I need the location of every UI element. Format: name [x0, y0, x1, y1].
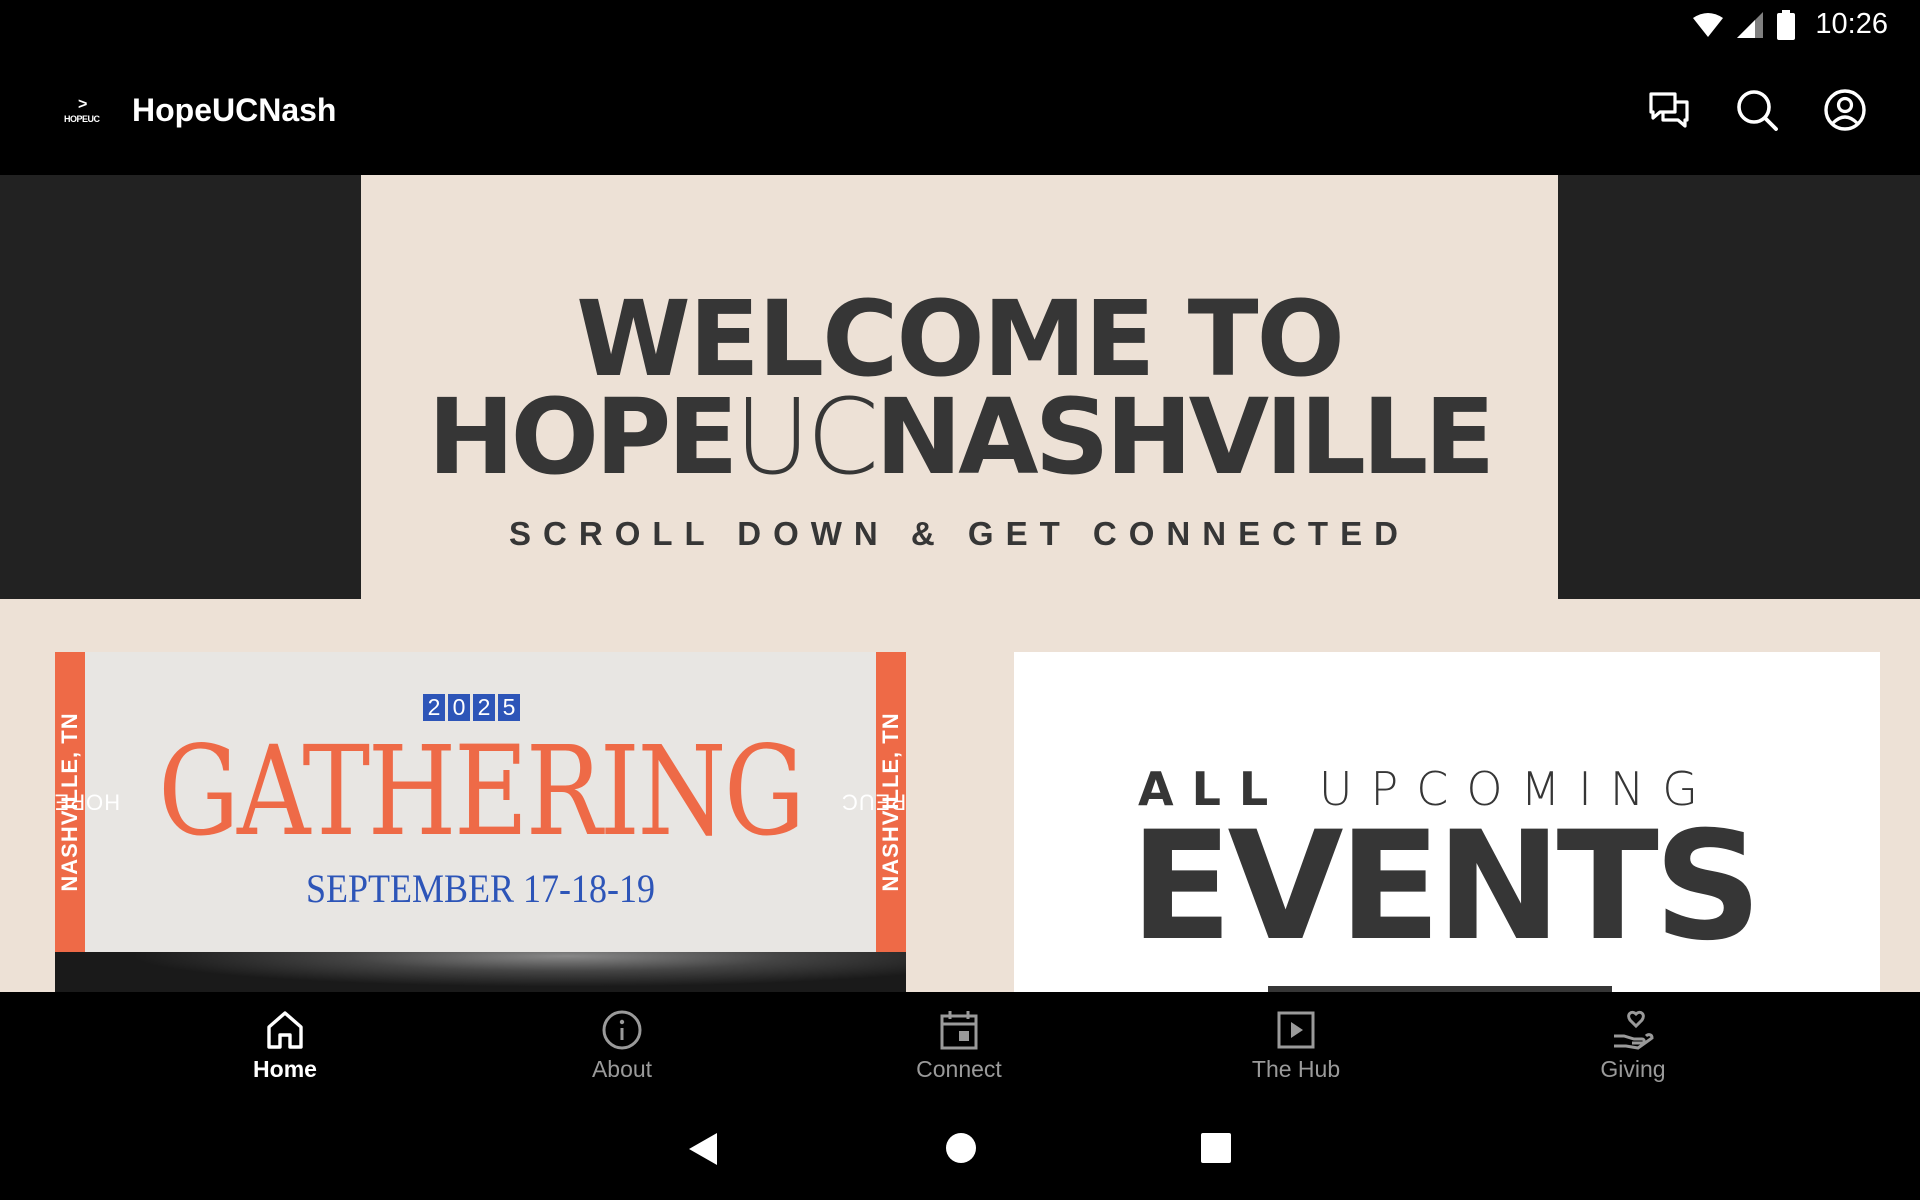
- hero-title-line2: HOPEUCNASHVILLE: [361, 385, 1558, 489]
- clouds-photo: [55, 952, 906, 992]
- back-button[interactable]: [687, 1132, 719, 1171]
- bottom-nav: Home About Connect The Hub Giving: [0, 992, 1920, 1104]
- status-bar: 10:26: [0, 0, 1920, 49]
- side-label-right: HOPEUC NASHVILLE, TN: [841, 652, 906, 952]
- chat-bubbles-icon: [1649, 92, 1689, 128]
- giving-hand-icon: [1614, 1010, 1654, 1050]
- welcome-banner[interactable]: WELCOME TO HOPEUCNASHVILLE SCROLL DOWN &…: [361, 175, 1558, 599]
- hero-nashville: NASHVILLE: [875, 376, 1495, 498]
- home-icon: [267, 1011, 303, 1049]
- recents-square-icon: [1201, 1133, 1231, 1163]
- year-badge: 2025: [423, 694, 520, 721]
- search-icon: [1737, 90, 1778, 131]
- home-circle-icon: [946, 1133, 976, 1163]
- back-triangle-icon: [689, 1133, 717, 1165]
- home-content: WELCOME TO HOPEUCNASHVILLE SCROLL DOWN &…: [0, 175, 1920, 992]
- search-button[interactable]: [1736, 89, 1778, 131]
- app-title: HopeUCNash: [132, 92, 337, 128]
- upcoming-events-card[interactable]: ALL UPCOMING EVENTS: [1014, 652, 1880, 992]
- nav-giving[interactable]: Giving: [1533, 1010, 1733, 1083]
- gathering-card[interactable]: HOPEUC NASHVILLE, TN HOPEUC NASHVILLE, T…: [55, 652, 906, 992]
- events-title: EVENTS: [1130, 800, 1762, 974]
- play-icon: [1277, 1011, 1315, 1049]
- gathering-title: GATHERING: [158, 720, 805, 864]
- nav-the-hub[interactable]: The Hub: [1196, 1010, 1396, 1083]
- hero-subtitle: SCROLL DOWN & GET CONNECTED: [509, 515, 1410, 552]
- app-actions: [1648, 89, 1866, 131]
- nav-about[interactable]: About: [522, 1010, 722, 1083]
- logo-text: HOPEUC: [64, 114, 100, 124]
- app-logo: > HOPEUC: [62, 96, 106, 129]
- cell-signal-icon: [1737, 11, 1764, 38]
- nav-home[interactable]: Home: [185, 1010, 385, 1083]
- hero-uc: UC: [734, 376, 879, 498]
- app-bar: > HOPEUC HopeUCNash: [0, 49, 1920, 175]
- messages-button[interactable]: [1648, 89, 1690, 131]
- home-system-button[interactable]: [945, 1132, 977, 1169]
- nav-connect[interactable]: Connect: [859, 1010, 1059, 1083]
- side-label-left: HOPEUC NASHVILLE, TN: [55, 652, 120, 952]
- system-nav-bar: [0, 1104, 1920, 1200]
- calendar-icon: [940, 1011, 978, 1050]
- profile-button[interactable]: [1824, 89, 1866, 131]
- wifi-icon: [1693, 12, 1724, 37]
- info-icon: [602, 1010, 642, 1050]
- clock: 10:26: [1815, 8, 1888, 40]
- battery-icon: [1777, 9, 1796, 40]
- account-circle-icon: [1824, 89, 1866, 131]
- recents-button[interactable]: [1200, 1132, 1232, 1169]
- hero-hope: HOPE: [427, 376, 739, 498]
- chevron-right-icon: >: [78, 96, 88, 113]
- gathering-date: SEPTEMBER 17-18-19: [305, 866, 656, 911]
